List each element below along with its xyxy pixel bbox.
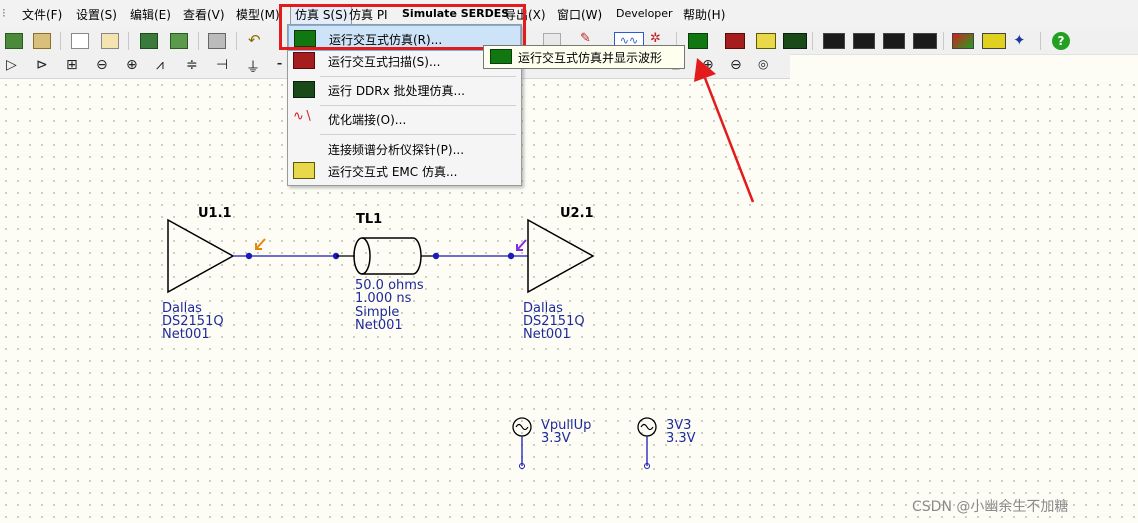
menu-item-optimize-termination[interactable]: ∿∖ 优化端接(O)... (288, 106, 521, 132)
watermark: CSDN @小幽余生不加糖 (912, 499, 1069, 515)
annotation-arrow (703, 77, 755, 203)
u2-probe-arrow (516, 239, 527, 251)
tl1-delay: 1.000 ns (355, 291, 412, 306)
optimize-icon: ∿∖ (293, 109, 313, 124)
menu-item-run-ddrx-batch[interactable]: 运行 DDRx 批处理仿真... (288, 77, 521, 103)
tooltip: 运行交互式仿真并显示波形 (483, 45, 685, 69)
u1-probe-arrow (255, 238, 266, 250)
emc-icon (293, 162, 315, 179)
tl1-net: Net001 (355, 318, 403, 333)
tooltip-text: 运行交互式仿真并显示波形 (518, 51, 663, 65)
u1-ref: U1.1 (198, 206, 232, 221)
annotation-highlight-box (279, 4, 526, 50)
tl1-ref: TL1 (356, 212, 383, 227)
u2-receiver-symbol (527, 218, 595, 294)
u1-pin-dot (245, 252, 253, 260)
u2-ref: U2.1 (560, 206, 594, 221)
v3v3-value: 3.3V (666, 431, 696, 446)
probe-icon (293, 140, 315, 157)
u2-net: Net001 (523, 327, 571, 342)
u2-pin-dot (507, 252, 515, 260)
oscilloscope-icon (490, 49, 512, 64)
tl1-cylinder (362, 237, 422, 275)
u1-buffer-symbol (167, 218, 235, 294)
tl1-right-pin-dot (432, 252, 440, 260)
u1-net: Net001 (162, 327, 210, 342)
sweep-icon (293, 52, 315, 69)
menu-item-run-interactive-emc[interactable]: 运行交互式 EMC 仿真... (288, 158, 521, 184)
vpullup-value: 3.3V (541, 431, 571, 446)
ddr-icon (293, 81, 315, 98)
menu-separator (320, 134, 516, 135)
